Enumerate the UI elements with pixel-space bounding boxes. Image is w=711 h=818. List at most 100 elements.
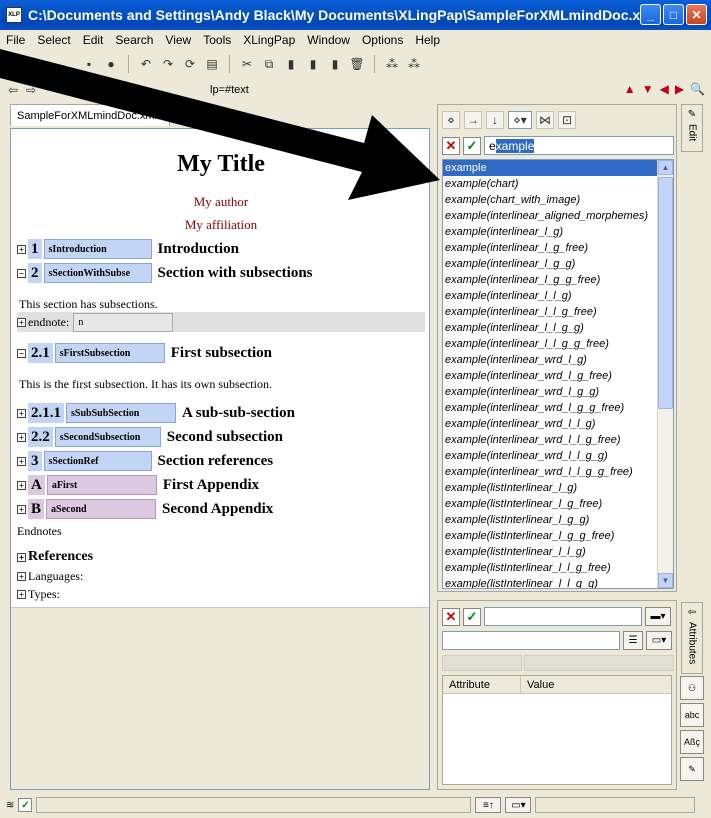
element-list-item[interactable]: example(chart_with_image) [443,192,673,208]
nav-left-icon[interactable]: ◀ [660,82,669,96]
endnote-id[interactable]: n [73,312,174,332]
menu-window[interactable]: Window [301,33,356,47]
list-scrollbar[interactable]: ▲ ▼ [657,160,673,588]
element-list-item[interactable]: example(interlinear_wrd_l_l_g_g) [443,448,673,464]
delete-icon[interactable]: 🗑 [348,55,366,73]
paste-before-icon[interactable]: ▮ [282,55,300,73]
element-list-item[interactable]: example(interlinear_l_l_g_g_free) [443,336,673,352]
appendix-id[interactable]: aFirst [46,475,157,495]
appendix-row[interactable]: + A aFirst First Appendix [17,475,259,495]
element-list-item[interactable]: example(listInterlinear_l_l_g_g) [443,576,673,588]
globe-icon[interactable]: ● [102,55,120,73]
attribute-table[interactable]: Attribute Value [442,675,672,785]
expand-icon[interactable]: + [17,244,26,254]
expand-icon[interactable]: + [17,480,26,490]
appendix-title[interactable]: Second Appendix [162,501,273,518]
edit-document-icon[interactable]: ✎ [680,757,704,781]
join-icon[interactable]: ⁂ [405,55,423,73]
expand-icon[interactable]: + [17,504,26,514]
menu-select[interactable]: Select [31,33,76,47]
column-attribute[interactable]: Attribute [443,676,521,693]
expand-icon[interactable]: + [17,408,26,418]
appendix-title[interactable]: First Appendix [163,477,259,494]
element-list-item[interactable]: example(listInterlinear_l_l_g_free) [443,560,673,576]
section-title[interactable]: Section references [158,453,274,470]
element-list-item[interactable]: example(listInterlinear_l_l_g) [443,544,673,560]
appendix-row[interactable]: + B aSecond Second Appendix [17,499,273,519]
section-row[interactable]: − 2.1 sFirstSubsection First subsection [17,343,272,363]
section-row[interactable]: + 2.1.1 sSubSubSection A sub-sub-section [17,403,295,423]
element-list-item[interactable]: example(interlinear_l_l_g_free) [443,304,673,320]
forward-icon[interactable]: ⇨ [22,81,40,99]
wrap-icon[interactable]: ⊡ [558,111,576,129]
section-row[interactable]: + 3 sSectionRef Section references [17,451,273,471]
refresh-icon[interactable]: ⟳ [181,55,199,73]
node-path[interactable]: lp=#text [210,84,249,96]
element-list[interactable]: example example(chart) example(chart_with_… [442,159,674,589]
menu-view[interactable]: View [159,33,197,47]
expand-icon[interactable]: + [17,552,26,562]
expand-icon[interactable]: + [17,432,26,442]
section-row[interactable]: + 1 sIntroduction Introduction [17,239,239,259]
paragraph[interactable]: This is the first subsection. It has its… [19,377,272,392]
endnote-row[interactable]: + endnote: n [17,312,425,332]
ok-icon[interactable]: ✓ [463,136,481,155]
column-value[interactable]: Value [521,676,671,693]
element-list-item[interactable]: example(interlinear_wrd_l_g_g) [443,384,673,400]
expand-icon[interactable]: + [17,456,26,466]
cut-icon[interactable]: ✂ [238,55,256,73]
status-folder-icon[interactable]: ▭▾ [505,797,532,813]
redo-icon[interactable]: ↷ [159,55,177,73]
section-title[interactable]: First subsection [171,345,272,362]
save-icon[interactable]: ▪ [80,55,98,73]
menu-edit[interactable]: Edit [77,33,110,47]
insert-after-icon[interactable]: ↓ [486,111,504,129]
element-list-item[interactable]: example(interlinear_aligned_morphemes) [443,208,673,224]
document-icon[interactable]: ▤ [203,55,221,73]
section-title[interactable]: Section with subsections [158,265,313,282]
section-id[interactable]: sSecondSubsection [54,427,161,447]
section-id[interactable]: sSubSubSection [66,403,176,423]
paragraph[interactable]: This section has subsections. [19,297,158,312]
tab-close-icon[interactable]: ✕ [161,109,170,122]
spellcheck-icon[interactable]: abc [680,703,704,727]
section-row[interactable]: − 2 sSectionWithSubse Section with subse… [17,263,313,283]
endnotes-heading[interactable]: Endnotes [17,524,62,539]
element-list-item[interactable]: example(interlinear_wrd_l_l_g) [443,416,673,432]
languages-row[interactable]: + Languages: [17,569,83,584]
element-search-input[interactable]: e xample [484,136,674,155]
binoculars-icon[interactable]: ⚇ [680,676,704,700]
document-affiliation[interactable]: My affiliation [13,217,429,233]
section-id[interactable]: sSectionWithSubse [43,263,152,283]
element-list-item[interactable]: example(listInterlinear_l_g) [443,480,673,496]
insert-before-icon[interactable]: ⋄ [442,111,460,129]
section-id[interactable]: sFirstSubsection [54,343,165,363]
section-title[interactable]: A sub-sub-section [182,405,295,422]
collapse-icon[interactable]: − [17,268,26,278]
appendix-id[interactable]: aSecond [46,499,157,519]
valid-check-icon[interactable]: ✓ [18,798,33,812]
element-list-item[interactable]: example(interlinear_l_g_free) [443,240,673,256]
document-editor[interactable]: My Title My author My affiliation + 1 sI… [10,128,430,790]
attribute-value-input[interactable] [442,631,620,650]
insert-mode-dropdown[interactable]: ⋄▾ [508,111,532,129]
expand-icon[interactable]: + [17,317,26,327]
section-id[interactable]: sSectionRef [43,451,152,471]
section-title[interactable]: Second subsection [167,429,283,446]
nav-up-icon[interactable]: ▲ [624,82,636,96]
section-id[interactable]: sIntroduction [43,239,152,259]
insert-icon[interactable]: → [464,111,482,129]
element-list-item[interactable]: example(interlinear_l_g) [443,224,673,240]
attribute-name-input[interactable] [484,607,642,626]
scroll-thumb[interactable] [658,177,673,409]
menu-search[interactable]: Search [109,33,159,47]
menu-file[interactable]: File [0,33,31,47]
paste-icon[interactable]: ▮ [304,55,322,73]
folder-dropdown[interactable]: ▭▾ [646,631,672,650]
element-list-item[interactable]: example(listInterlinear_l_g_g_free) [443,528,673,544]
copy-icon[interactable]: ⧉ [260,55,278,73]
list-icon[interactable]: ☰ [623,631,643,650]
nav-down-icon[interactable]: ▼ [642,82,654,96]
editor-tab[interactable]: SampleForXMLmindDoc.xml ✕ [10,104,170,126]
section-row[interactable]: + 2.2 sSecondSubsection Second subsectio… [17,427,283,447]
